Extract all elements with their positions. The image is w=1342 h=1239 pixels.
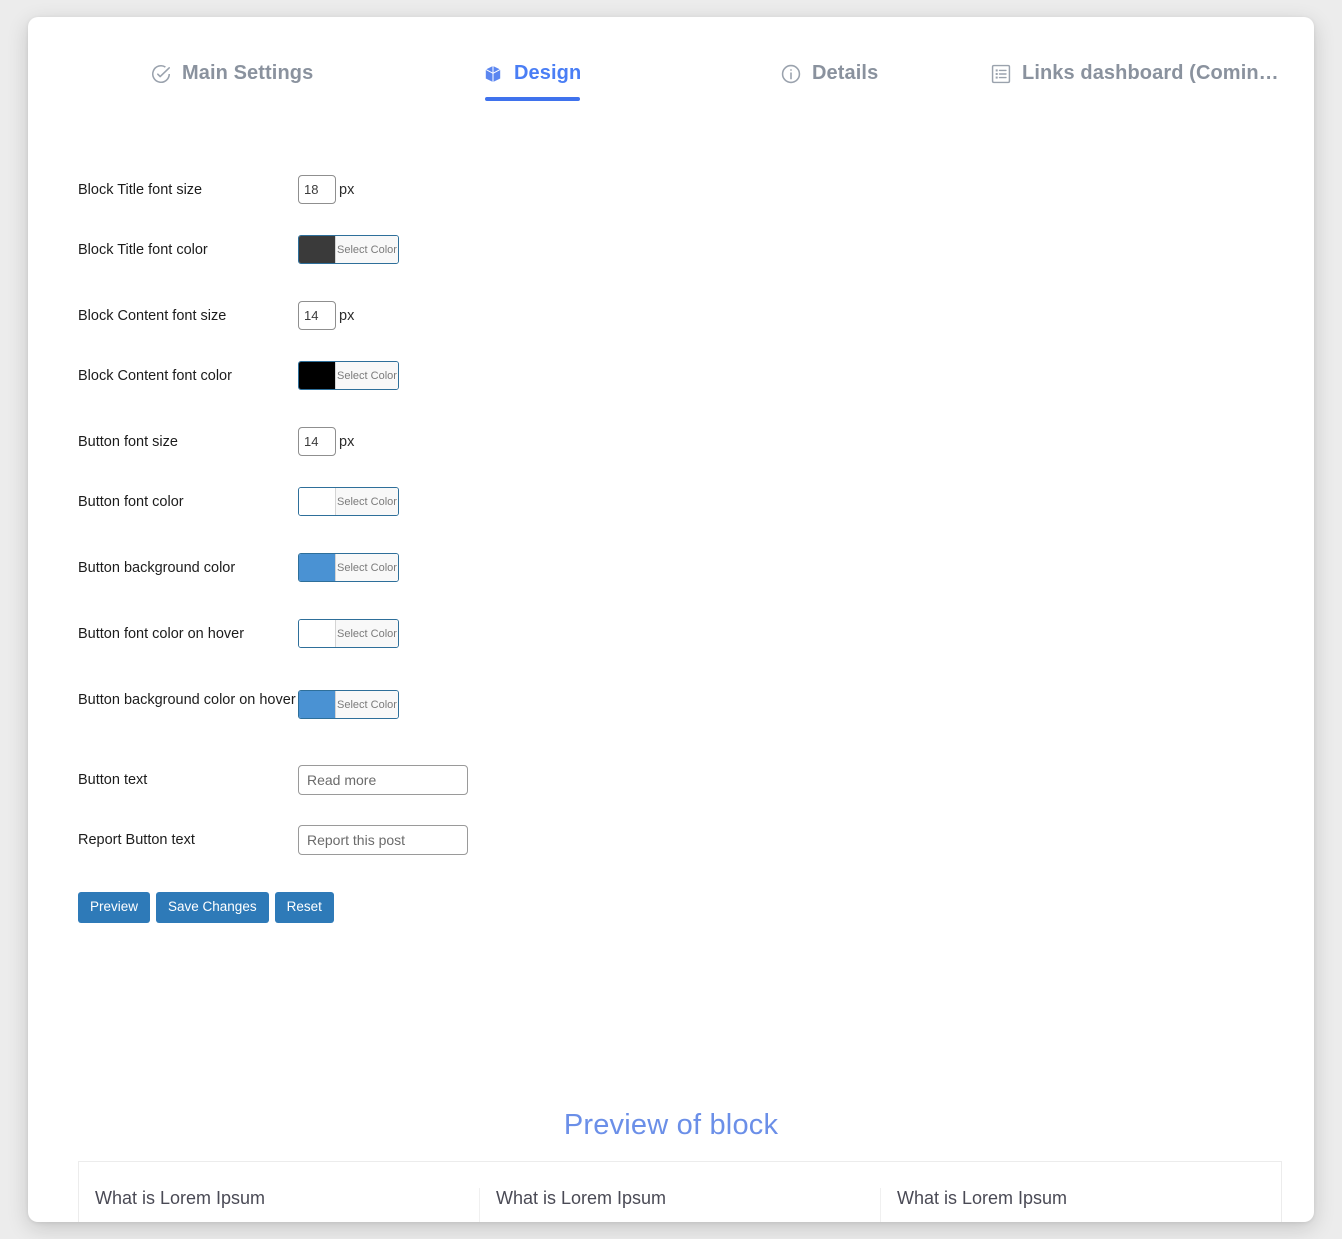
select-color-label: Select Color bbox=[335, 488, 398, 515]
unit-label: px bbox=[339, 433, 355, 450]
field-label: Button background color bbox=[78, 560, 236, 576]
field-label: Block Content font color bbox=[78, 368, 232, 384]
field-label: Button text bbox=[78, 772, 148, 788]
block-title-font-size-input[interactable] bbox=[298, 175, 336, 204]
field-control: Select Color bbox=[298, 553, 399, 582]
preview-card: What is Lorem Ipsum Lorem ipsum dolor si… bbox=[480, 1188, 881, 1222]
field-control bbox=[298, 765, 468, 795]
field-button-font-color: Button font color Select Color bbox=[78, 487, 399, 516]
field-control: Select Color bbox=[298, 235, 399, 264]
color-swatch bbox=[299, 554, 335, 581]
save-changes-button[interactable]: Save Changes bbox=[156, 892, 269, 923]
field-label: Button font color bbox=[78, 494, 184, 510]
preview-card-title: What is Lorem Ipsum bbox=[95, 1188, 266, 1208]
field-label: Button font color on hover bbox=[78, 626, 245, 642]
tab-main-settings-label: Main Settings bbox=[182, 62, 314, 84]
button-font-size-input[interactable] bbox=[298, 427, 336, 456]
field-button-font-color-hover: Button font color on hover Select Color bbox=[78, 619, 399, 648]
tab-design[interactable]: Design bbox=[482, 62, 581, 101]
tab-bar: Main Settings Design Details Links dashb… bbox=[28, 62, 1314, 132]
tab-links-dashboard-label: Links dashboard (Comin… bbox=[1022, 62, 1279, 84]
color-swatch bbox=[299, 620, 335, 647]
block-content-font-size-input[interactable] bbox=[298, 301, 336, 330]
check-circle-icon bbox=[150, 63, 172, 85]
block-title-font-color-picker[interactable]: Select Color bbox=[298, 235, 399, 264]
info-circle-icon bbox=[780, 63, 802, 85]
button-background-color-picker[interactable]: Select Color bbox=[298, 553, 399, 582]
select-color-label: Select Color bbox=[335, 691, 398, 718]
field-button-background-color-hover: Button background color on hover Select … bbox=[78, 685, 399, 719]
field-label: Button font size bbox=[78, 434, 178, 450]
tab-details[interactable]: Details bbox=[780, 62, 878, 101]
preview-heading: Preview of block bbox=[563, 1109, 779, 1141]
field-block-content-font-color: Block Content font color Select Color bbox=[78, 361, 399, 390]
field-label: Button background color on hover bbox=[78, 692, 296, 708]
color-swatch bbox=[299, 488, 335, 515]
field-button-background-color: Button background color Select Color bbox=[78, 553, 399, 582]
field-control: Select Color bbox=[298, 685, 399, 719]
tab-main-settings[interactable]: Main Settings bbox=[150, 62, 313, 101]
preview-card-body: Lorem ipsum dolor sit amet, consectetur … bbox=[95, 1219, 461, 1222]
tab-underline bbox=[485, 97, 581, 101]
preview-card-body: Lorem ipsum dolor sit amet, consectetur … bbox=[496, 1219, 862, 1222]
reset-button[interactable]: Reset bbox=[274, 892, 334, 923]
unit-label: px bbox=[339, 307, 355, 324]
preview-card: What is Lorem Ipsum Lorem ipsum dolor si… bbox=[79, 1188, 480, 1222]
field-label: Block Title font size bbox=[78, 182, 203, 198]
button-text-input[interactable] bbox=[298, 765, 468, 795]
color-swatch bbox=[299, 691, 335, 718]
field-label: Block Title font color bbox=[78, 242, 208, 258]
color-swatch bbox=[299, 362, 335, 389]
field-block-title-font-color: Block Title font color Select Color bbox=[78, 235, 399, 264]
field-button-font-size: Button font size px bbox=[78, 427, 354, 456]
cube-icon bbox=[482, 63, 504, 85]
field-control: px bbox=[298, 427, 354, 456]
list-square-icon bbox=[990, 63, 1012, 85]
field-control: px bbox=[298, 301, 354, 330]
tab-links-dashboard[interactable]: Links dashboard (Comin… bbox=[990, 62, 1279, 101]
field-control: Select Color bbox=[298, 361, 399, 390]
button-font-color-hover-picker[interactable]: Select Color bbox=[298, 619, 399, 648]
form-actions: Preview Save Changes Reset bbox=[78, 892, 334, 923]
field-control: Select Color bbox=[298, 487, 399, 516]
field-block-title-font-size: Block Title font size px bbox=[78, 175, 354, 204]
select-color-label: Select Color bbox=[335, 554, 398, 581]
unit-label: px bbox=[339, 181, 355, 198]
select-color-label: Select Color bbox=[335, 620, 398, 647]
field-control: px bbox=[298, 175, 354, 204]
button-background-color-hover-picker[interactable]: Select Color bbox=[298, 690, 399, 719]
select-color-label: Select Color bbox=[335, 236, 398, 263]
field-label: Report Button text bbox=[78, 832, 195, 848]
field-label: Block Content font size bbox=[78, 308, 227, 324]
field-button-text: Button text bbox=[78, 765, 468, 795]
preview-card-title: What is Lorem Ipsum bbox=[897, 1188, 1068, 1208]
preview-button[interactable]: Preview bbox=[78, 892, 151, 923]
settings-page-card: Main Settings Design Details Links dashb… bbox=[28, 17, 1314, 1222]
preview-card: What is Lorem Ipsum Lorem ipsum dolor si… bbox=[881, 1188, 1281, 1222]
button-font-color-picker[interactable]: Select Color bbox=[298, 487, 399, 516]
preview-card-title: What is Lorem Ipsum bbox=[496, 1188, 667, 1208]
tab-details-label: Details bbox=[812, 62, 879, 84]
preview-card-body: Lorem ipsum dolor sit amet, consectetur … bbox=[897, 1219, 1263, 1222]
preview-block-container: What is Lorem Ipsum Lorem ipsum dolor si… bbox=[78, 1161, 1282, 1222]
field-control: Select Color bbox=[298, 619, 399, 648]
field-block-content-font-size: Block Content font size px bbox=[78, 301, 354, 330]
report-button-text-input[interactable] bbox=[298, 825, 468, 855]
field-control bbox=[298, 825, 468, 855]
select-color-label: Select Color bbox=[335, 362, 398, 389]
field-report-button-text: Report Button text bbox=[78, 825, 468, 855]
block-content-font-color-picker[interactable]: Select Color bbox=[298, 361, 399, 390]
color-swatch bbox=[299, 236, 335, 263]
tab-design-label: Design bbox=[514, 62, 582, 84]
